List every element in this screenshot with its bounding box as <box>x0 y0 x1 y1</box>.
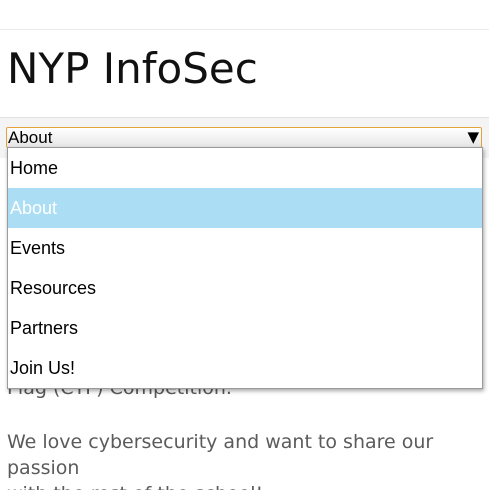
about-paragraph-2-line-1: We love cybersecurity and want to share … <box>7 431 434 479</box>
nav-option-partners[interactable]: Partners <box>8 308 482 348</box>
nav-option-resources[interactable]: Resources <box>8 268 482 308</box>
nav-option-home[interactable]: Home <box>8 148 482 188</box>
nav-option-events[interactable]: Events <box>8 228 482 268</box>
nav-select-value: About <box>8 128 53 147</box>
nav-option-join-us[interactable]: Join Us! <box>8 348 482 388</box>
about-paragraph-2: We love cybersecurity and want to share … <box>7 429 482 490</box>
header-divider <box>0 29 489 30</box>
about-paragraph-2-line-2: with the rest of the school! <box>7 481 482 490</box>
site-title: NYP InfoSec <box>7 44 258 93</box>
triangle-down-icon: ▼ <box>467 128 479 146</box>
nav-dropdown-list: Home About Events Resources Partners Joi… <box>7 147 483 389</box>
nav-option-about[interactable]: About <box>8 188 482 228</box>
nav-select[interactable]: About ▼ <box>6 127 482 148</box>
